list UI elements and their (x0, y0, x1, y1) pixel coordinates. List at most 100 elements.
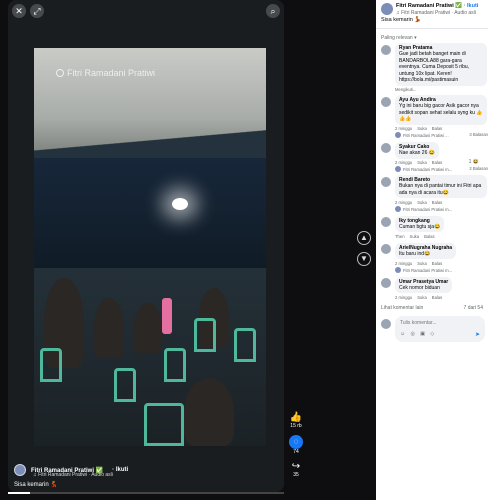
avatar[interactable] (381, 216, 391, 227)
comment: Ryan Pratama Gue jadi betah banget main d… (381, 43, 488, 92)
panel-author[interactable]: Fitri Ramadani Pratiwi ✅ · Ikuti (396, 3, 478, 9)
comment-text: Yg ini baru big gacor Asik gacor nya sed… (399, 103, 483, 122)
like-count: 15 rb (290, 423, 302, 429)
comment-meta: 2 minggu Suka Balas (395, 126, 488, 131)
video-player[interactable]: ✕ ⤢ ⌕ Fitri Ramadani Pratiwi Fitri Ramad… (8, 0, 284, 492)
audio-label[interactable]: ♫ Fitri Ramadani Pratiwi · Audio asli (33, 472, 113, 478)
comment-text: Itu baru ind😂 (399, 250, 431, 257)
person (134, 303, 162, 353)
commenter-name[interactable]: Umar Prasetya Umar (399, 279, 448, 285)
avatar[interactable] (381, 277, 391, 288)
avatar[interactable] (381, 3, 393, 15)
avatar[interactable] (14, 464, 26, 476)
comment-meta: Mengikuti... (395, 87, 488, 92)
plastic-chair (194, 318, 216, 352)
like-button[interactable]: Suka (410, 234, 420, 239)
video-watermark: Fitri Ramadani Pratiwi (56, 68, 155, 78)
watermark-text: Fitri Ramadani Pratiwi (67, 68, 156, 78)
avatar[interactable] (381, 97, 391, 107)
reply-button[interactable]: Balas (432, 261, 442, 266)
view-more-comments-link[interactable]: Lihat komentar lain (381, 305, 423, 311)
reply-preview[interactable]: Fitri Ramadani Pratiwi m... (403, 167, 452, 172)
comment-icon[interactable]: ◌ (289, 435, 303, 449)
reply-summary[interactable]: Fitri Ramadani Pratiwi m... 2 Balasan (395, 166, 488, 172)
comment-time: 2 minggu (395, 260, 413, 266)
comment: Ayu Ayu Andira Yg ini baru big gacor Asik… (381, 95, 488, 138)
sort-dropdown[interactable]: Paling relevan ▾ (381, 35, 417, 41)
reply-summary[interactable]: Fitri Ramadani Pratiwi m... (395, 205, 488, 212)
comment-text: Gue jadi betah banget main di BANDARBOLA… (399, 51, 470, 83)
avatar[interactable] (381, 177, 391, 187)
comment-bubble: Umar Prasetya Umar Cek nomor biduan (395, 276, 453, 293)
reply-preview[interactable]: Fitri Ramadani Pratiwi m... (403, 268, 452, 273)
like-button[interactable]: Suka (417, 295, 427, 300)
plastic-chair (144, 403, 184, 446)
avatar (395, 205, 401, 212)
reaction-count: 1 😆 (468, 159, 479, 165)
comment-text: Nae akan 26 😂 (399, 150, 435, 156)
reply-button[interactable]: Balas (432, 295, 442, 300)
reel-viewer: ✕ ⤢ ⌕ Fitri Ramadani Pratiwi Fitri Ramad… (0, 0, 488, 500)
share-icon[interactable]: ↪ (286, 461, 306, 472)
share-count: 35 (293, 472, 299, 478)
follow-button[interactable]: · Ikuti (462, 3, 479, 9)
comment: Rendi Bareto Bukan nya di pantai timur in… (381, 175, 488, 212)
comment-action[interactable]: ◌ 74 (286, 435, 306, 455)
comment-box[interactable]: ☺ ◎ ▣ ◇ ➤ (395, 316, 485, 342)
plastic-chair (164, 348, 186, 382)
like-button[interactable]: Suka (417, 160, 427, 165)
comment-input[interactable] (400, 320, 476, 326)
share-action[interactable]: ↪ 35 (286, 461, 306, 478)
author-name[interactable]: Fitri Ramadani Pratiwi ✅ (396, 3, 462, 9)
reply-button[interactable]: Balas (432, 200, 442, 205)
commenter-name[interactable]: ArielNugraha Nugraha (399, 245, 452, 251)
avatar (381, 319, 391, 329)
reply-preview[interactable]: Fitri Ramadani Pratiwi ... (403, 133, 449, 138)
close-icon[interactable]: ✕ (12, 4, 26, 18)
reply-button[interactable]: Balas (432, 160, 442, 165)
progress-fill (8, 492, 31, 494)
comment-text: Bukan nya di pantai timur ini Fitri apa … (399, 183, 482, 196)
reply-count[interactable]: 3 Balasan (469, 132, 488, 137)
previous-reel-button[interactable]: ▲ (357, 231, 371, 245)
comment: ArielNugraha Nugraha Itu baru ind😂 2 mingg… (381, 242, 488, 273)
follow-button[interactable]: · Ikuti (112, 467, 128, 473)
reply-button[interactable]: Balas (424, 234, 434, 239)
comment-meta: 2 minggu Suka Balas (395, 261, 488, 266)
progress-bar[interactable] (8, 492, 284, 494)
reply-button[interactable]: Balas (432, 126, 442, 131)
plastic-chair (40, 348, 62, 382)
dancer (162, 298, 172, 334)
like-action[interactable]: 👍 15 rb (286, 412, 306, 429)
comment-bubble: Rendi Bareto Bukan nya di pantai timur in… (395, 175, 487, 198)
comment-list: Ryan Pratama Gue jadi betah banget main d… (381, 43, 488, 303)
divider (376, 28, 488, 29)
search-icon[interactable]: ⌕ (266, 4, 280, 18)
reply-count[interactable]: 2 Balasan (469, 166, 488, 171)
person (184, 378, 234, 446)
video-caption: Sisa kemarin 💃 (14, 482, 58, 488)
watermark-icon (56, 69, 64, 77)
send-icon[interactable]: ➤ (475, 331, 480, 338)
reply-preview[interactable]: Fitri Ramadani Pratiwi m... (403, 207, 452, 212)
comment-bubble: Ryan Pratama Gue jadi betah banget main d… (395, 43, 487, 86)
comment-time: 2 minggu (395, 199, 413, 205)
reply-summary[interactable]: Fitri Ramadani Pratiwi m... (395, 266, 488, 273)
tent-roof (34, 48, 266, 178)
composer-tools[interactable]: ☺ ◎ ▣ ◇ (400, 331, 436, 337)
like-button[interactable]: Suka (417, 126, 427, 131)
plastic-chair (114, 368, 136, 402)
avatar[interactable] (381, 143, 391, 153)
like-button[interactable]: Suka (417, 261, 427, 266)
avatar[interactable] (381, 45, 391, 55)
reply-summary[interactable]: Fitri Ramadani Pratiwi ... 3 Balasan (395, 132, 488, 138)
avatar[interactable] (381, 243, 391, 254)
expand-icon[interactable]: ⤢ (30, 4, 44, 18)
like-button[interactable]: Suka (417, 200, 427, 205)
avatar (395, 132, 401, 138)
next-reel-button[interactable]: ▼ (357, 252, 371, 266)
audio-label[interactable]: ♫ Fitri Ramadani Pratiwi · Audio asli (396, 10, 476, 16)
thumbs-up-icon[interactable]: 👍 (286, 412, 306, 423)
comment-meta: Then Suka Balas (395, 234, 488, 239)
comment: Syakur Cako Nae akan 26 😂 2 minggu Suka Bala… (381, 141, 488, 172)
